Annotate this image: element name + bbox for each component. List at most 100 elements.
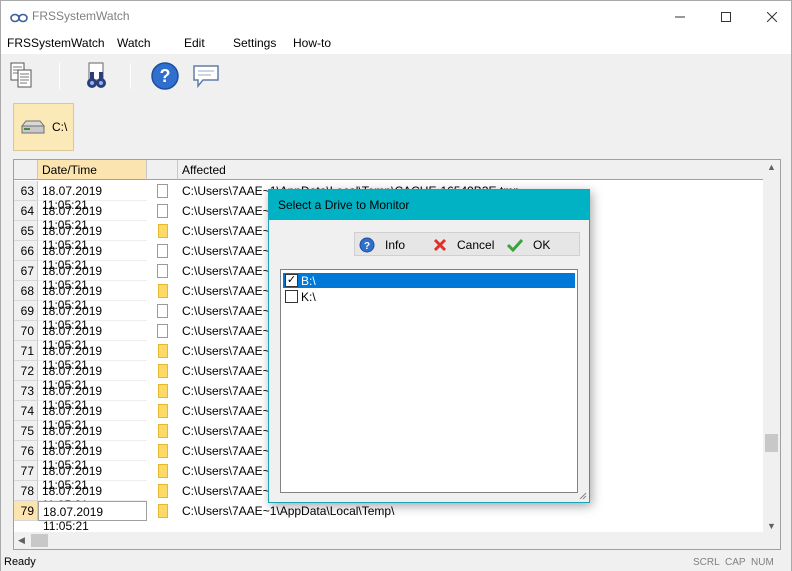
row-datetime[interactable]: 18.07.2019 11:05:21 [38,481,147,512]
message-button[interactable] [189,59,223,93]
ok-button[interactable]: OK [507,235,550,255]
row-datetime[interactable]: 18.07.2019 11:05:21 [38,401,147,432]
folder-icon [157,224,168,238]
row-number[interactable]: 79 [14,501,38,521]
row-number[interactable]: 67 [14,261,38,281]
binoculars-icon [87,62,106,88]
menu-settings[interactable]: Settings [233,36,276,50]
scroll-up-icon[interactable]: ▲ [767,162,776,172]
document-icon [157,304,168,318]
row-type [147,481,178,501]
row-datetime[interactable]: 18.07.2019 11:05:21 [38,201,147,232]
row-datetime[interactable]: 18.07.2019 11:05:21 [38,441,147,472]
drive-checkbox-b[interactable]: ✓ [285,274,298,287]
toolbar-separator [130,63,131,89]
drive-item-k[interactable]: K:\ [283,289,575,304]
menu-how-to[interactable]: How-to [293,36,331,50]
document-icon [157,184,168,198]
close-icon [767,11,777,22]
row-number[interactable]: 70 [14,321,38,341]
table-row[interactable]: 79 18.07.2019 11:05:21 C:\Users\7AAE~1\App… [14,501,766,533]
scroll-lock-indicator: SCRL [693,557,720,568]
info-icon: ? [359,237,375,253]
info-button[interactable]: ? Info [359,235,405,255]
drive-item-b[interactable]: ✓ B:\ [283,273,575,288]
minimize-icon [675,16,685,17]
vertical-scroll-thumb[interactable] [765,434,778,452]
row-datetime[interactable]: 18.07.2019 11:05:21 [38,361,147,392]
document-icon [157,324,168,338]
column-header-type[interactable] [147,160,178,180]
row-datetime[interactable]: 18.07.2019 11:05:21 [38,321,147,352]
menu-frssystemwatch[interactable]: FRSSystemWatch [7,36,105,50]
row-number[interactable]: 78 [14,481,38,501]
row-datetime[interactable]: 18.07.2019 11:05:21 [38,261,147,292]
row-type [147,341,178,361]
row-datetime[interactable]: 18.07.2019 11:05:21 [38,461,147,492]
checkmark-icon [507,238,523,252]
window-title: FRSSystemWatch [32,9,130,23]
minimize-button[interactable] [657,1,703,32]
vertical-scrollbar[interactable]: ▲ ▼ [763,160,780,534]
row-type [147,201,178,221]
maximize-button[interactable] [703,1,749,32]
drive-c-button[interactable]: C:\ [13,103,74,151]
horizontal-scrollbar[interactable]: ◀ [14,532,780,549]
help-icon: ? [151,62,179,90]
row-datetime[interactable]: 18.07.2019 11:05:21 [38,221,147,252]
title-bar[interactable]: FRSSystemWatch [1,1,791,32]
row-number[interactable]: 72 [14,361,38,381]
menu-edit[interactable]: Edit [184,36,205,50]
row-number[interactable]: 66 [14,241,38,261]
row-number[interactable]: 76 [14,441,38,461]
column-header-affected[interactable]: Affected [178,160,766,180]
row-number[interactable]: 75 [14,421,38,441]
hard-drive-icon [20,120,46,134]
scroll-down-icon[interactable]: ▼ [767,521,776,531]
copy-icon [10,62,32,88]
row-number[interactable]: 68 [14,281,38,301]
row-number[interactable]: 77 [14,461,38,481]
drive-label: C:\ [52,120,68,134]
find-button[interactable] [79,59,113,93]
close-button[interactable] [749,1,792,32]
row-number[interactable]: 63 [14,181,38,201]
row-datetime[interactable]: 18.07.2019 11:05:21 [38,501,147,533]
row-type [147,181,178,201]
svg-text:?: ? [364,241,370,252]
row-affected[interactable]: C:\Users\7AAE~1\AppData\Local\Temp\ [178,501,766,521]
menu-watch[interactable]: Watch [117,36,151,50]
dialog-title[interactable]: Select a Drive to Monitor [269,190,589,220]
row-number[interactable]: 74 [14,401,38,421]
row-number[interactable]: 64 [14,201,38,221]
column-header-datetime[interactable]: Date/Time [38,160,147,180]
row-datetime[interactable]: 18.07.2019 11:05:21 [38,421,147,452]
row-number[interactable]: 73 [14,381,38,401]
row-number[interactable]: 71 [14,341,38,361]
row-number[interactable]: 65 [14,221,38,241]
row-datetime[interactable]: 18.07.2019 11:05:21 [38,301,147,332]
row-number[interactable]: 69 [14,301,38,321]
cancel-button[interactable]: Cancel [433,235,494,255]
row-datetime[interactable]: 18.07.2019 11:05:21 [38,341,147,372]
row-type [147,261,178,281]
drive-list[interactable]: ✓ B:\ K:\ [280,269,578,493]
row-type [147,221,178,241]
row-datetime[interactable]: 18.07.2019 11:05:21 [38,281,147,312]
document-icon [157,204,168,218]
horizontal-scroll-thumb[interactable] [31,534,48,547]
resize-grip-icon[interactable] [577,490,587,500]
row-type [147,441,178,461]
row-type [147,241,178,261]
row-datetime[interactable]: 18.07.2019 11:05:21 [38,241,147,272]
copy-button[interactable] [5,59,39,93]
status-bar: Ready SCRL CAP NUM [1,554,791,571]
scroll-left-icon[interactable]: ◀ [18,535,25,546]
drive-checkbox-k[interactable] [285,290,298,303]
folder-icon [157,504,168,518]
row-datetime[interactable]: 18.07.2019 11:05:21 [38,181,147,212]
row-datetime[interactable]: 18.07.2019 11:05:21 [38,381,147,412]
help-button[interactable]: ? [148,59,182,93]
svg-text:?: ? [160,66,171,86]
folder-icon [157,364,168,378]
